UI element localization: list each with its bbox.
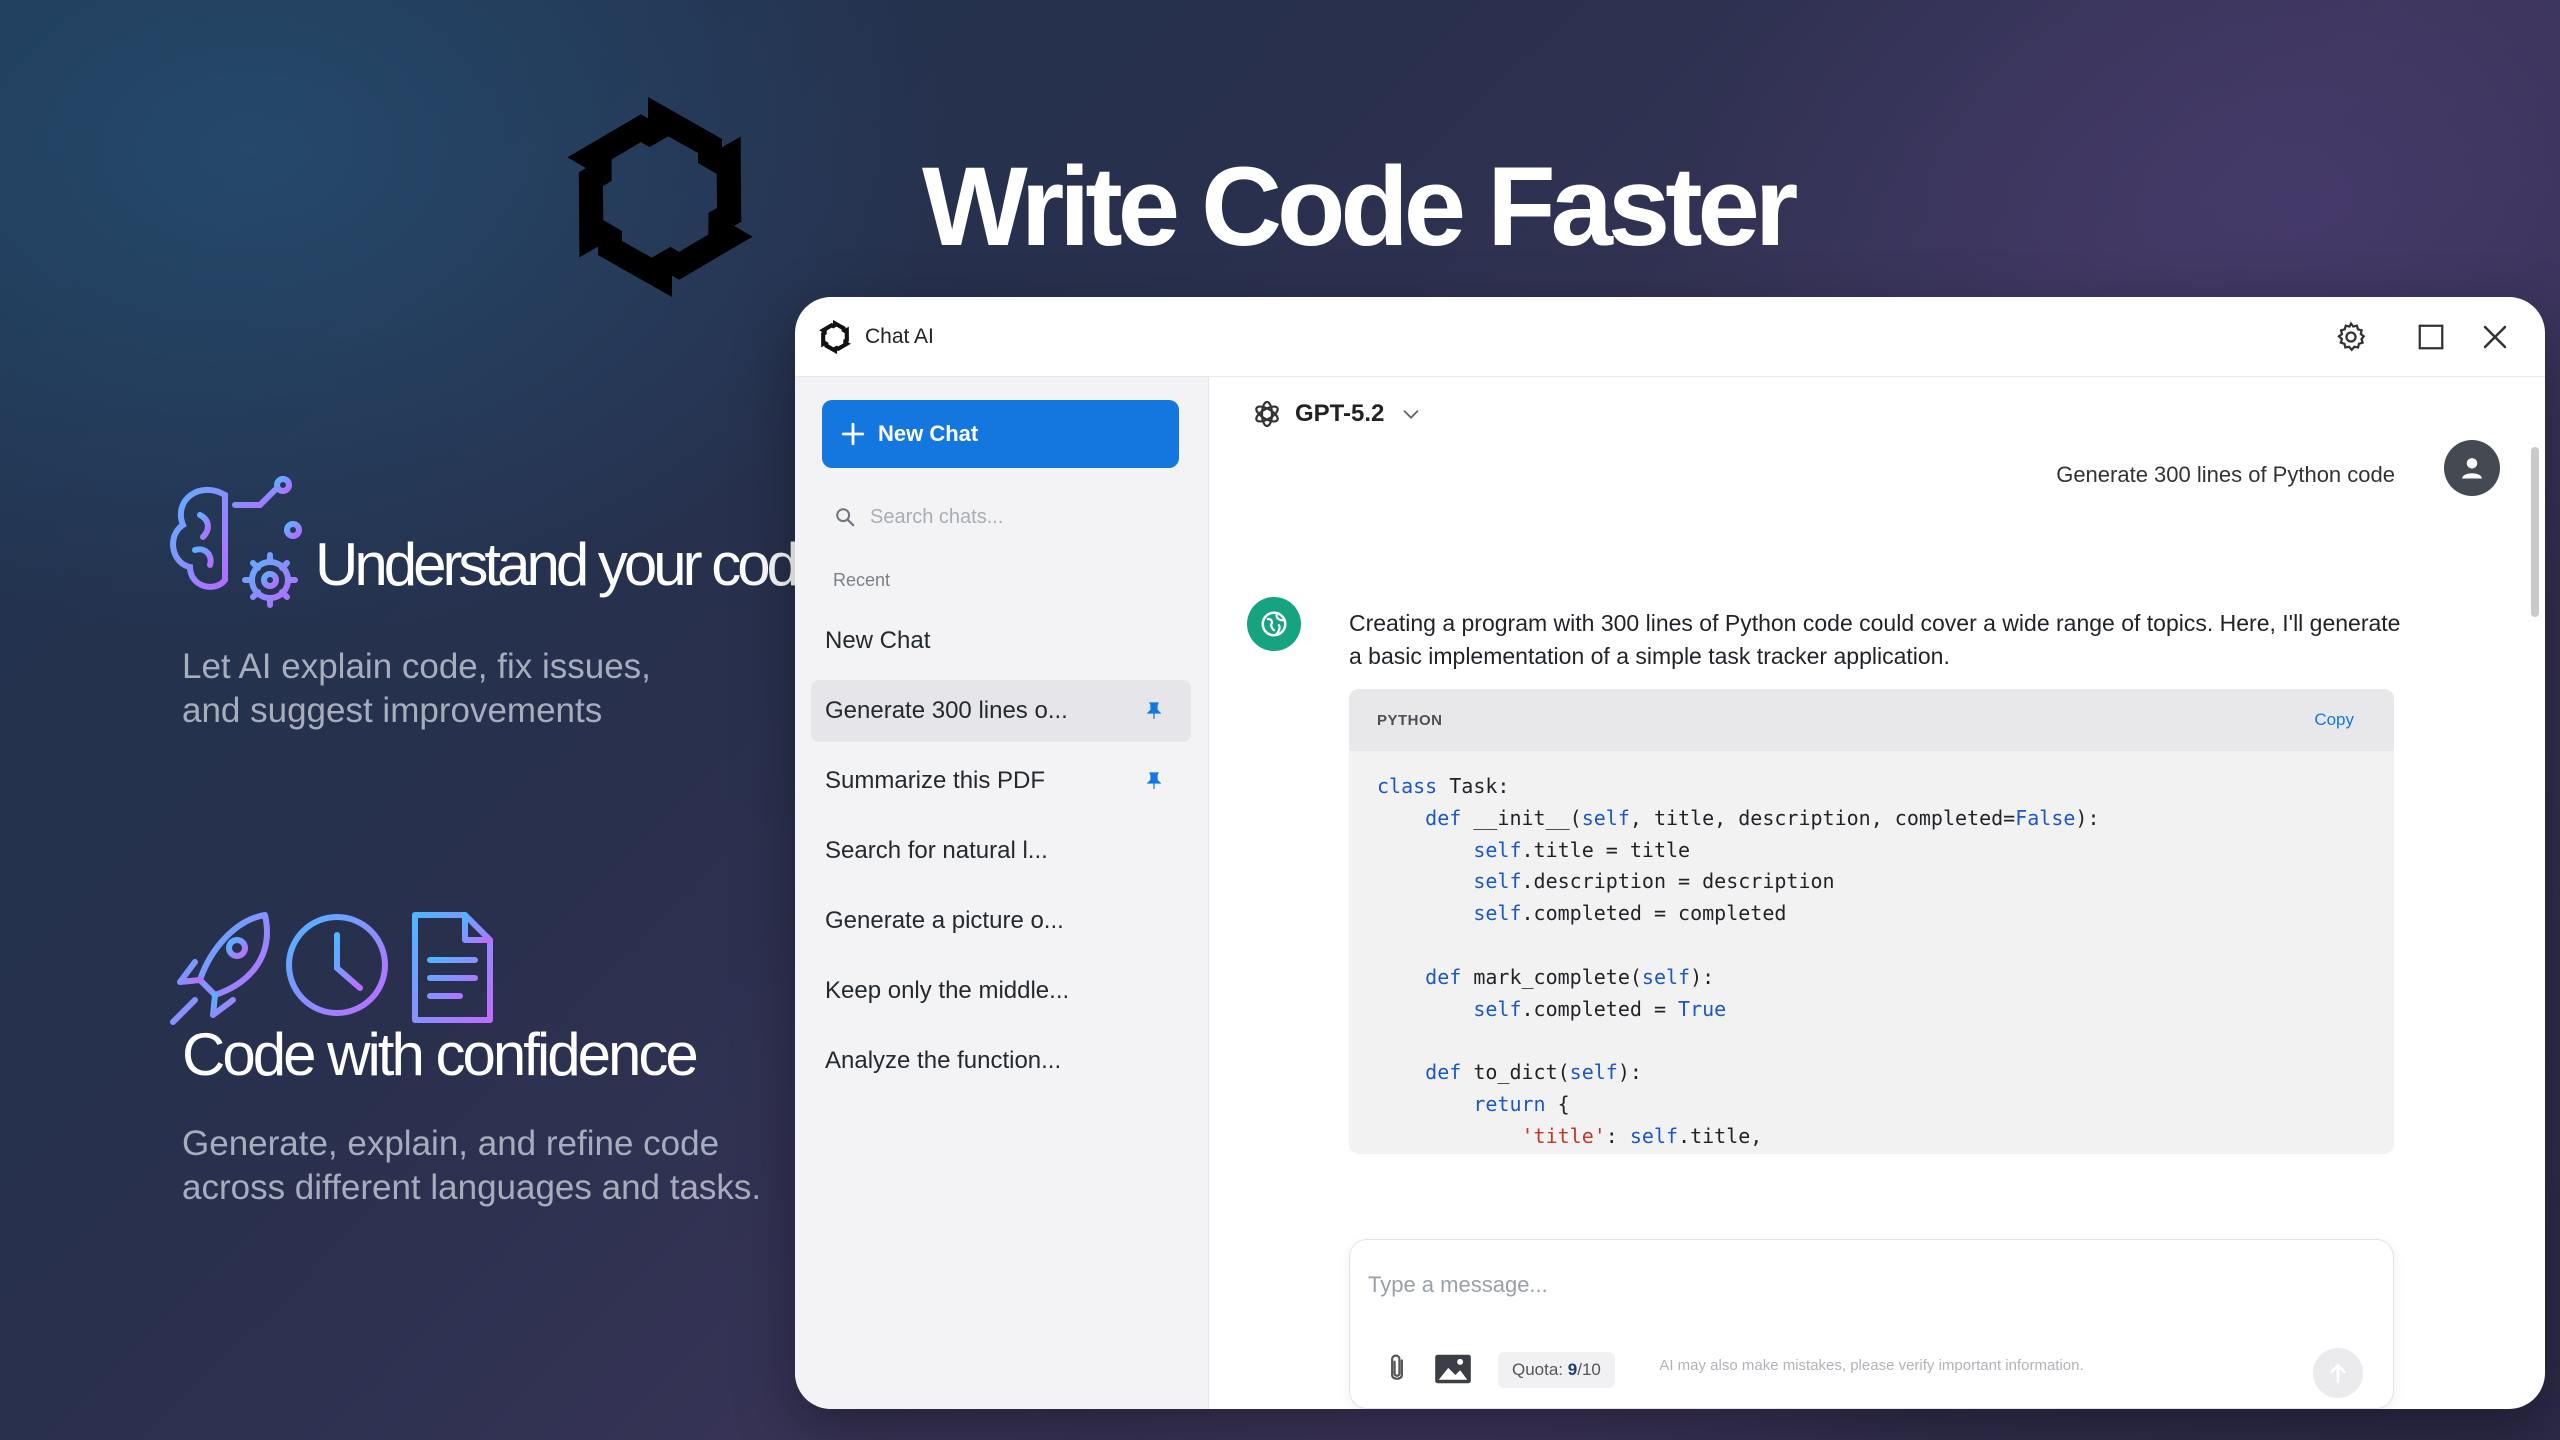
code-line: self.title = title [1473, 837, 1691, 862]
code-block: PYTHON Copy class Task: def __init__(sel… [1349, 689, 2394, 1154]
settings-icon [2337, 321, 2366, 352]
chat-item[interactable]: Generate a picture o... [811, 890, 1191, 952]
chat-item-label: New Chat [825, 627, 931, 654]
search-input[interactable] [870, 505, 1170, 529]
model-selector[interactable]: GPT-5.2 [1251, 389, 1422, 439]
copy-code-button[interactable]: Copy [2314, 710, 2354, 730]
new-chat-label: New Chat [878, 421, 979, 446]
document-icon [412, 912, 493, 1023]
window-title: Chat AI [865, 325, 934, 348]
feature-description: Let AI explain code, fix issues, and sug… [182, 647, 651, 730]
openai-icon [1255, 400, 1279, 428]
code-line: self.completed = True [1473, 996, 1727, 1021]
message-input[interactable] [1368, 1272, 2348, 1312]
pin-icon [1147, 772, 1161, 789]
search-icon [836, 508, 855, 527]
code-line: self.description = description [1473, 869, 1835, 894]
chat-item-label: Keep only the middle... [825, 977, 1070, 1004]
globe-icon [1261, 611, 1287, 637]
headline: Write Code Faster [922, 144, 1798, 269]
code-line: def __init__(self, title, description, c… [1425, 805, 2100, 830]
chat-item[interactable]: New Chat [811, 610, 1191, 672]
user-message: Generate 300 lines of Python code [2056, 462, 2395, 487]
rocket-icon [170, 912, 270, 1025]
code-line: return { [1473, 1091, 1570, 1116]
maximize-icon [2418, 324, 2444, 350]
feature-title: Understand your code [315, 531, 829, 598]
chat-item[interactable]: Analyze the function... [811, 1030, 1191, 1092]
chevron-down-icon [1404, 410, 1419, 419]
user-avatar[interactable] [2444, 440, 2500, 496]
sidebar: New Chat Recent New Chat Generate 300 li… [795, 377, 1209, 1409]
close-button[interactable] [2475, 317, 2515, 357]
chat-item[interactable]: Search for natural l... [811, 820, 1191, 882]
feature-description: Generate, explain, and refine code acros… [182, 1124, 762, 1207]
plus-icon [841, 422, 865, 446]
chat-item[interactable]: Generate 300 lines o... [811, 680, 1191, 742]
chat-item[interactable]: Keep only the middle... [811, 960, 1191, 1022]
new-chat-button[interactable]: New Chat [822, 400, 1179, 468]
scrollbar[interactable] [2531, 447, 2539, 617]
user-icon [2462, 458, 2482, 479]
chat-item-label: Analyze the function... [825, 1047, 1062, 1074]
code-content: class Task: def __init__(self, title, de… [1349, 751, 2394, 1154]
code-header: PYTHON Copy [1349, 689, 2394, 751]
code-line: 'title': self.title, [1521, 1123, 1763, 1148]
chat-item[interactable]: Summarize this PDF [811, 750, 1191, 812]
disclaimer: AI may also make mistakes, please verify… [1659, 1357, 2084, 1374]
app-logo-icon [817, 319, 853, 355]
brand-logo [560, 93, 760, 301]
chat-item-label: Summarize this PDF [825, 767, 1046, 794]
model-name: GPT-5.2 [1295, 400, 1385, 427]
ai-avatar [1247, 597, 1301, 651]
chat-item-label: Search for natural l... [825, 837, 1048, 864]
recent-label: Recent [833, 570, 891, 590]
ai-message: Creating a program with 300 lines of Pyt… [1349, 610, 2401, 669]
pin-icon [1147, 702, 1161, 719]
search-box [822, 492, 1179, 542]
feature-title: Code with confidence [182, 1021, 699, 1088]
code-line: class Task: [1377, 774, 1510, 798]
code-line: def to_dict(self): [1425, 1060, 1642, 1085]
code-line: def mark_complete(self): [1425, 964, 1715, 989]
app-window: Chat AI New Chat Search chats... Recent … [795, 297, 2545, 1409]
title-bar: Chat AI [795, 297, 2545, 377]
chat-item-label: Generate a picture o... [825, 907, 1064, 934]
chat-item-label: Generate 300 lines o... [825, 697, 1068, 724]
maximize-button[interactable] [2411, 317, 2451, 357]
message-composer: Quota: 9/10 [1349, 1239, 2394, 1409]
brain-gear-icon [170, 476, 302, 608]
chat-list: New Chat Generate 300 lines o... Summari… [811, 610, 1191, 1100]
code-language: PYTHON [1377, 711, 1443, 729]
settings-button[interactable] [2331, 317, 2371, 357]
close-icon [2483, 325, 2507, 349]
chat-panel: GPT-5.2 Generate 300 lines of Python cod… [1209, 377, 2545, 1409]
code-line: self.completed = completed [1473, 901, 1787, 926]
clock-icon [286, 914, 388, 1016]
feature-icons-row [170, 912, 493, 1025]
